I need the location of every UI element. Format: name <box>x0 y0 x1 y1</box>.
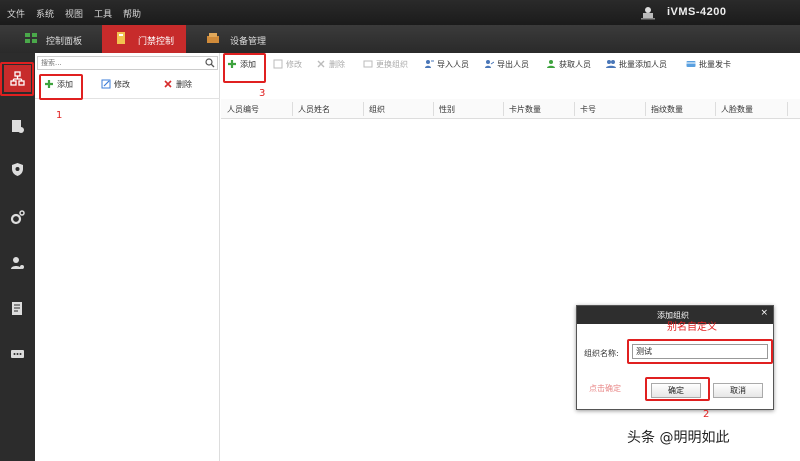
batch-add-person-label: 批量添加人员 <box>619 60 667 69</box>
menu-file[interactable]: 文件 <box>7 7 25 20</box>
get-person-icon <box>547 60 555 68</box>
card-icon <box>686 61 696 67</box>
cancel-button[interactable]: 取消 <box>713 383 763 398</box>
edit-icon <box>101 79 111 89</box>
rail-settings[interactable] <box>4 204 31 231</box>
more-icon <box>11 350 24 358</box>
module-tab-bar: 控制面板 门禁控制 设备管理 <box>0 25 800 53</box>
menu-system[interactable]: 系统 <box>36 7 54 20</box>
edit-icon <box>273 59 283 69</box>
annotation-box-rail <box>0 62 34 96</box>
org-search-input[interactable] <box>38 57 198 69</box>
change-org-button[interactable]: 更换组织 <box>363 59 408 75</box>
change-org-icon <box>363 60 373 68</box>
person-edit-button[interactable]: 修改 <box>273 59 302 75</box>
menu-bar: 文件 系统 视图 工具 帮助 iVMS-4200 <box>0 0 800 25</box>
column-divider <box>574 102 575 116</box>
annotation-box-person-add <box>223 53 266 83</box>
import-person-label: 导入人员 <box>437 60 469 69</box>
column-header[interactable]: 人员编号 <box>227 104 259 116</box>
menu-view[interactable]: 视图 <box>65 7 83 20</box>
column-header[interactable]: 人员姓名 <box>298 104 330 116</box>
person-delete-button[interactable]: 删除 <box>316 59 345 75</box>
close-icon[interactable]: × <box>760 308 768 318</box>
org-edit-button[interactable]: 修改 <box>101 79 130 95</box>
column-header[interactable]: 卡号 <box>580 104 596 116</box>
column-divider <box>292 102 293 116</box>
menu-tools[interactable]: 工具 <box>94 7 112 20</box>
import-person-button[interactable]: 导入人员 <box>424 59 469 75</box>
import-icon <box>425 60 434 68</box>
org-delete-button[interactable]: 删除 <box>163 79 192 95</box>
delete-x-icon <box>317 60 325 68</box>
person-table-header: 人员编号 人员姓名 组织 性别 卡片数量 卡号 指纹数量 人脸数量 <box>221 99 800 119</box>
column-divider <box>715 102 716 116</box>
tab-control-panel[interactable]: 控制面板 <box>14 25 100 53</box>
change-org-label: 更换组织 <box>376 60 408 69</box>
app-title: iVMS-4200 <box>667 6 727 18</box>
device-management-icon <box>207 33 219 43</box>
export-icon <box>485 60 494 68</box>
tab-label: 控制面板 <box>46 37 83 47</box>
column-divider <box>503 102 504 116</box>
organization-panel: 添加 修改 删除 <box>35 53 220 461</box>
get-person-label: 获取人员 <box>559 60 591 69</box>
annotation-box-org-name <box>627 339 773 364</box>
org-search-box <box>37 56 218 70</box>
annotation-click-confirm: 点击确定 <box>589 384 621 393</box>
annotation-number-3: 3 <box>259 88 266 99</box>
batch-add-person-button[interactable]: 批量添加人员 <box>606 59 667 75</box>
tab-label: 设备管理 <box>230 37 267 47</box>
annotation-box-confirm <box>645 377 710 401</box>
person-edit-label: 修改 <box>286 60 302 69</box>
batch-issue-card-label: 批量发卡 <box>699 60 731 69</box>
column-header[interactable]: 性别 <box>439 104 455 116</box>
person-card-icon <box>12 120 24 133</box>
person-toolbar: 添加 修改 删除 更换组织 导入人员 导出人员 获取人员 批量添加人员 批量发卡 <box>221 53 800 79</box>
annotation-box-org-add <box>39 74 83 100</box>
batch-add-icon <box>606 60 616 68</box>
batch-issue-card-button[interactable]: 批量发卡 <box>686 59 731 75</box>
column-divider <box>645 102 646 116</box>
search-icon[interactable] <box>205 58 215 68</box>
org-name-label: 组织名称: <box>584 349 619 358</box>
annotation-number-2: 2 <box>703 409 710 420</box>
export-person-button[interactable]: 导出人员 <box>484 59 529 75</box>
rail-person-card[interactable] <box>4 113 31 140</box>
control-panel-icon <box>25 33 37 43</box>
column-header[interactable]: 组织 <box>369 104 385 116</box>
column-header[interactable]: 卡片数量 <box>509 104 541 116</box>
rail-report[interactable] <box>4 295 31 322</box>
tab-label: 门禁控制 <box>138 37 175 47</box>
app-logo-icon <box>641 7 655 20</box>
column-divider <box>787 102 788 116</box>
tab-device-management[interactable]: 设备管理 <box>196 25 282 53</box>
rail-more[interactable] <box>4 341 31 368</box>
org-delete-label: 删除 <box>176 80 192 89</box>
tab-access-control[interactable]: 门禁控制 <box>102 25 186 53</box>
shield-icon <box>12 163 23 176</box>
org-edit-label: 修改 <box>114 80 130 89</box>
source-watermark: 头条 @明明如此 <box>627 430 730 446</box>
left-icon-rail <box>0 53 35 461</box>
access-control-icon <box>117 32 125 44</box>
person-config-icon <box>11 257 24 269</box>
menu-help[interactable]: 帮助 <box>123 7 141 20</box>
column-divider <box>363 102 364 116</box>
get-person-button[interactable]: 获取人员 <box>546 59 591 75</box>
column-divider <box>433 102 434 116</box>
annotation-custom-name: 别名自定义 <box>667 322 717 333</box>
column-header[interactable]: 人脸数量 <box>721 104 753 116</box>
rail-person-config[interactable] <box>4 250 31 277</box>
gear-icon <box>10 210 25 225</box>
person-delete-label: 删除 <box>329 60 345 69</box>
rail-security[interactable] <box>4 156 31 183</box>
export-person-label: 导出人员 <box>497 60 529 69</box>
report-icon <box>12 302 22 315</box>
delete-x-icon <box>164 80 172 88</box>
column-header[interactable]: 指纹数量 <box>651 104 683 116</box>
annotation-number-1: 1 <box>56 110 63 121</box>
